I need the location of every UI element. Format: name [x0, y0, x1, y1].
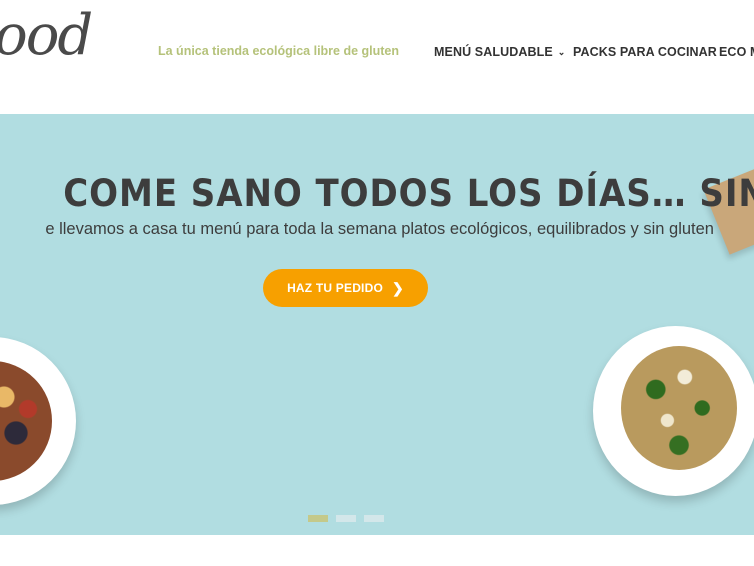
site-header: ood La única tienda ecológica libre de g… [0, 0, 754, 114]
chevron-down-icon: ⌄ [557, 47, 566, 57]
nav-item-label: ECO M [719, 45, 754, 59]
nav-item-menu-saludable[interactable]: MENÚ SALUDABLE ⌄ [434, 45, 565, 59]
food-plate-image-right [593, 326, 754, 496]
tagline: La única tienda ecológica libre de glute… [158, 44, 400, 58]
hero-title: COME SANO TODOS LOS DÍAS… SIN COCINAR! [63, 172, 754, 215]
nav-item-eco[interactable]: ECO M [719, 45, 754, 59]
nav-item-packs-para-cocinar[interactable]: PACKS PARA COCINAR [573, 45, 717, 59]
hero-slider: COME SANO TODOS LOS DÍAS… SIN COCINAR! e… [0, 114, 754, 535]
grain-salad-image [621, 346, 737, 470]
logo[interactable]: ood [0, 8, 93, 64]
hero-subtitle: e llevamos a casa tu menú para toda la s… [45, 220, 714, 238]
roasted-vegetables-image [0, 361, 52, 481]
slide-dot-2[interactable] [336, 515, 356, 522]
order-button[interactable]: HAZ TU PEDIDO ❯ [263, 269, 428, 307]
slide-dot-3[interactable] [364, 515, 384, 522]
food-plate-image-left [0, 337, 76, 505]
slider-pagination [308, 515, 384, 522]
order-button-label: HAZ TU PEDIDO [287, 281, 383, 295]
nav-item-label: MENÚ SALUDABLE [434, 45, 553, 59]
nav-item-label: PACKS PARA COCINAR [573, 45, 717, 59]
chevron-right-icon: ❯ [392, 279, 404, 296]
slide-dot-1[interactable] [308, 515, 328, 522]
